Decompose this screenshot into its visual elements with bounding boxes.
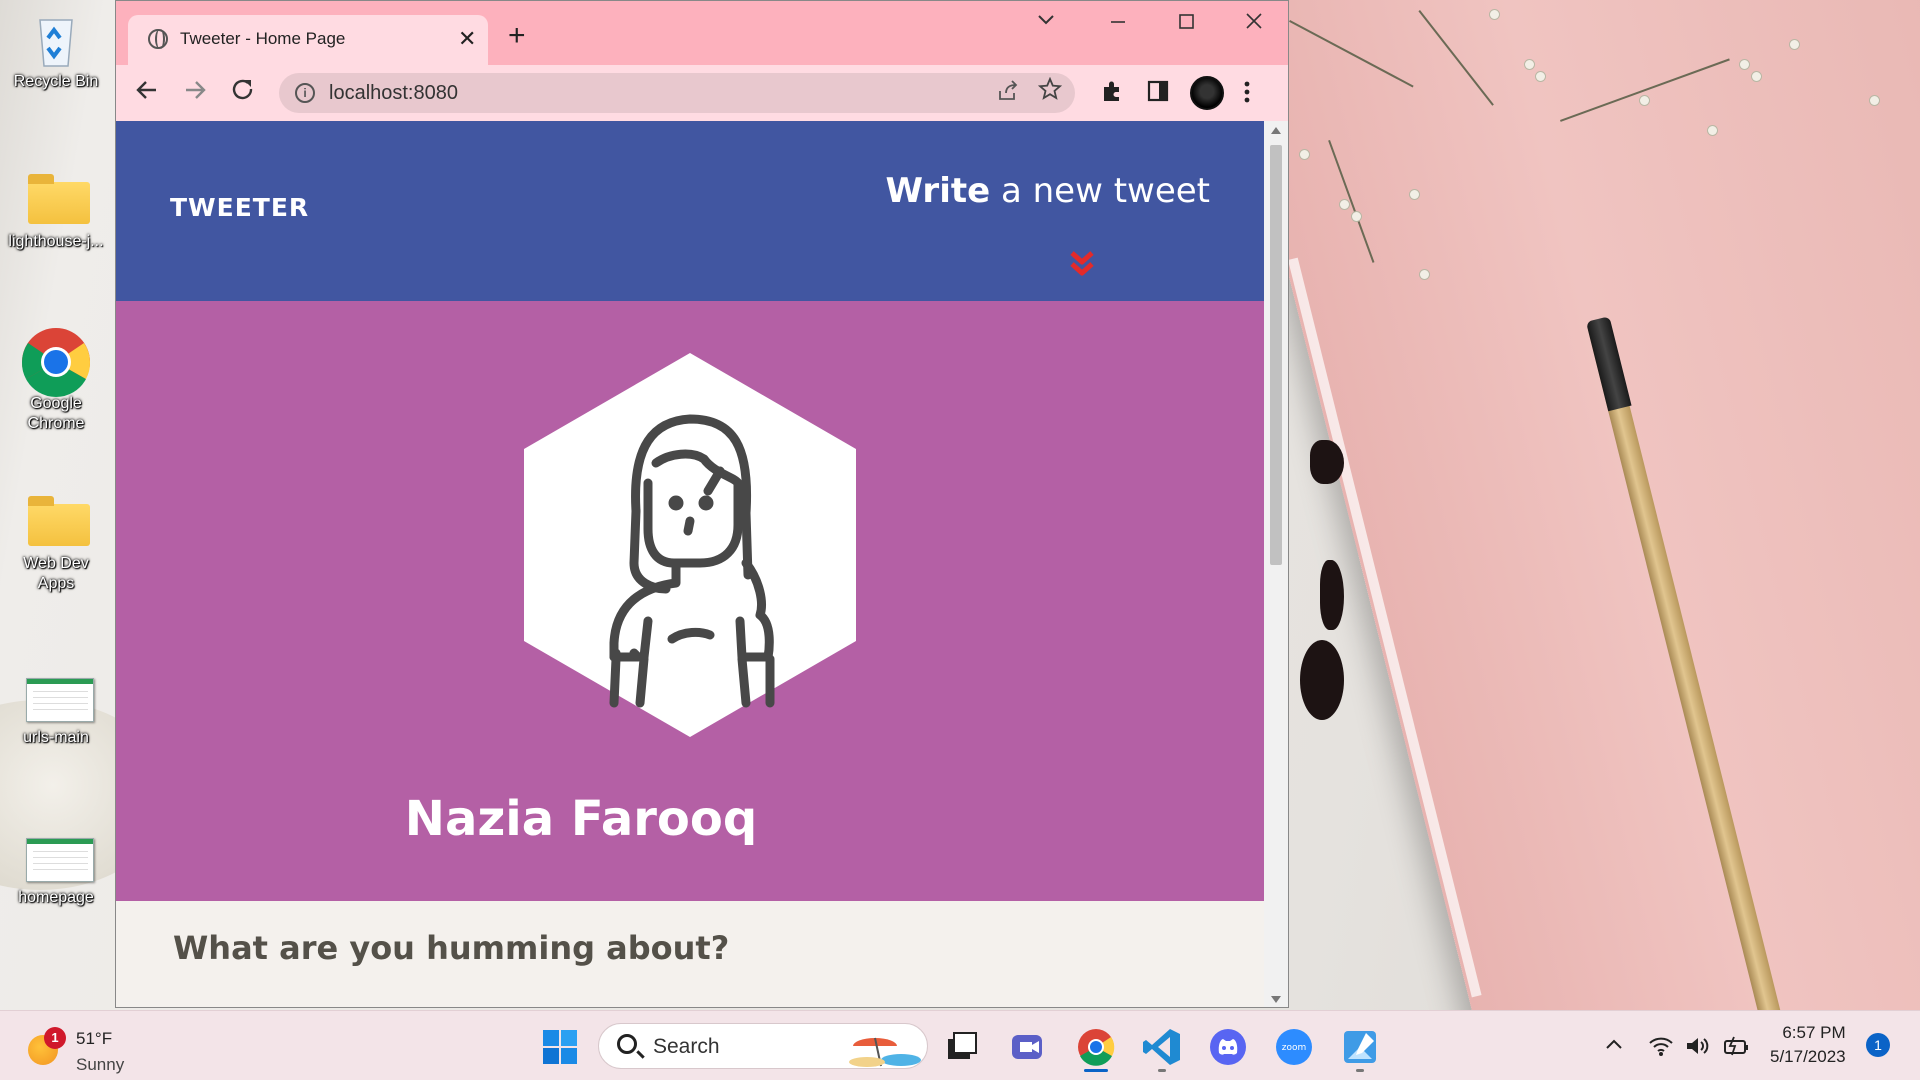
- scroll-thumb[interactable]: [1270, 145, 1282, 565]
- title-bar: Tweeter - Home Page ✕ +: [116, 1, 1288, 65]
- compose-rest: a new tweet: [990, 171, 1210, 211]
- desktop-icon-recycle-bin[interactable]: Recycle Bin: [6, 8, 106, 92]
- paint-icon[interactable]: [1338, 1025, 1382, 1069]
- desktop-icon-label: Recycle Bin: [13, 73, 99, 90]
- site-nav: TWEETER Write a new tweet: [116, 121, 1264, 301]
- volume-icon[interactable]: [1684, 1035, 1710, 1063]
- globe-icon: [148, 29, 168, 49]
- search-label: Search: [653, 1035, 720, 1058]
- windows-taskbar: 1 51°F Sunny Search zoom 6:57 PM 5/17/20…: [0, 1010, 1920, 1080]
- tab-search-icon[interactable]: [1036, 9, 1056, 35]
- task-view-icon[interactable]: [940, 1025, 984, 1069]
- composer-prompt: What are you humming about?: [173, 929, 730, 967]
- bookmark-star-icon[interactable]: [1037, 76, 1063, 108]
- address-bar[interactable]: i localhost:8080: [279, 73, 1075, 113]
- folder-icon: [26, 168, 90, 228]
- scroll-down-arrow-icon[interactable]: [1271, 996, 1281, 1003]
- reload-icon[interactable]: [230, 77, 256, 110]
- write-new-tweet-link[interactable]: Write a new tweet: [886, 171, 1210, 211]
- address-url: localhost:8080: [329, 82, 458, 104]
- kebab-menu-icon[interactable]: [1242, 79, 1252, 112]
- weather-desc: Sunny: [76, 1055, 125, 1074]
- chat-icon[interactable]: [1006, 1025, 1050, 1069]
- new-tab-button[interactable]: +: [508, 21, 526, 51]
- clock-time: 6:57 PM: [1782, 1023, 1846, 1042]
- side-panel-icon[interactable]: [1146, 79, 1170, 110]
- chrome-icon: [21, 326, 91, 397]
- extensions-puzzle-icon[interactable]: [1100, 79, 1124, 110]
- profile-header: Nazia Farooq: [116, 301, 1264, 901]
- running-app-indicator: [1356, 1069, 1364, 1072]
- site-brand[interactable]: TWEETER: [170, 193, 309, 222]
- double-chevron-down-icon[interactable]: [1068, 249, 1096, 281]
- spreadsheet-icon: [26, 664, 94, 724]
- chrome-window: Tweeter - Home Page ✕ + i localhost:8080: [115, 0, 1289, 1008]
- minimize-button[interactable]: [1108, 11, 1128, 37]
- weather-temp: 51°F: [76, 1029, 113, 1048]
- windows-start-icon[interactable]: [538, 1025, 582, 1069]
- chrome-icon[interactable]: [1074, 1025, 1118, 1069]
- system-clock[interactable]: 6:57 PM 5/17/2023: [1770, 1021, 1846, 1069]
- desktop-icon-label: Google Chrome: [27, 395, 85, 432]
- battery-charging-icon[interactable]: [1722, 1035, 1750, 1063]
- discord-icon[interactable]: [1206, 1025, 1250, 1069]
- desktop-icon-lighthouse[interactable]: lighthouse-j...: [6, 168, 106, 252]
- vscode-icon[interactable]: [1140, 1025, 1184, 1069]
- share-icon[interactable]: [996, 79, 1020, 109]
- search-highlight-icon: [843, 1026, 923, 1073]
- zoom-icon[interactable]: zoom: [1272, 1025, 1316, 1069]
- folder-icon: [26, 490, 90, 550]
- spreadsheet-icon: [26, 824, 94, 884]
- desktop-icon-label: Web Dev Apps: [23, 555, 89, 592]
- clock-date: 5/17/2023: [1770, 1047, 1846, 1066]
- close-window-button[interactable]: [1244, 11, 1264, 37]
- tab-title: Tweeter - Home Page: [180, 29, 346, 48]
- browser-toolbar: i localhost:8080: [116, 65, 1288, 121]
- desktop-icon-web-dev-apps[interactable]: Web Dev Apps: [6, 490, 106, 594]
- profile-name: Nazia Farooq: [404, 791, 758, 847]
- desktop-icon-google-chrome[interactable]: Google Chrome: [6, 326, 106, 434]
- desktop-icon-label: homepage: [18, 889, 94, 906]
- page-scrollbar[interactable]: [1264, 121, 1288, 1007]
- compose-bold: Write: [885, 171, 991, 211]
- page-viewport: TWEETER Write a new tweet Nazia Farooq W…: [116, 121, 1264, 1007]
- profile-avatar[interactable]: [1190, 76, 1224, 110]
- maximize-button[interactable]: [1176, 11, 1196, 37]
- profile-avatar-image: [524, 353, 856, 742]
- desktop-icon-label: urls-main: [23, 729, 89, 746]
- search-icon: [617, 1034, 637, 1054]
- desktop-icon-urls-main[interactable]: urls-main: [6, 664, 106, 748]
- site-info-icon[interactable]: i: [295, 83, 315, 103]
- recycle-bin-icon: [26, 8, 86, 68]
- active-app-indicator: [1084, 1069, 1108, 1072]
- desktop-icon-label: lighthouse-j...: [8, 233, 104, 250]
- wifi-icon[interactable]: [1648, 1035, 1674, 1063]
- show-hidden-icons-chevron-up-icon[interactable]: [1604, 1035, 1624, 1061]
- weather-badge: 1: [44, 1027, 66, 1049]
- browser-tab[interactable]: Tweeter - Home Page ✕: [128, 15, 488, 65]
- notification-badge[interactable]: 1: [1866, 1033, 1890, 1057]
- taskbar-search[interactable]: Search: [598, 1023, 928, 1069]
- back-arrow-icon[interactable]: [134, 77, 160, 110]
- scroll-up-arrow-icon[interactable]: [1271, 127, 1281, 134]
- running-app-indicator: [1158, 1069, 1166, 1072]
- tab-close-button[interactable]: ✕: [458, 26, 476, 52]
- desktop-icon-homepage[interactable]: homepage: [6, 824, 106, 908]
- svg-text:zoom: zoom: [1282, 1043, 1307, 1053]
- forward-arrow-icon[interactable]: [182, 77, 208, 110]
